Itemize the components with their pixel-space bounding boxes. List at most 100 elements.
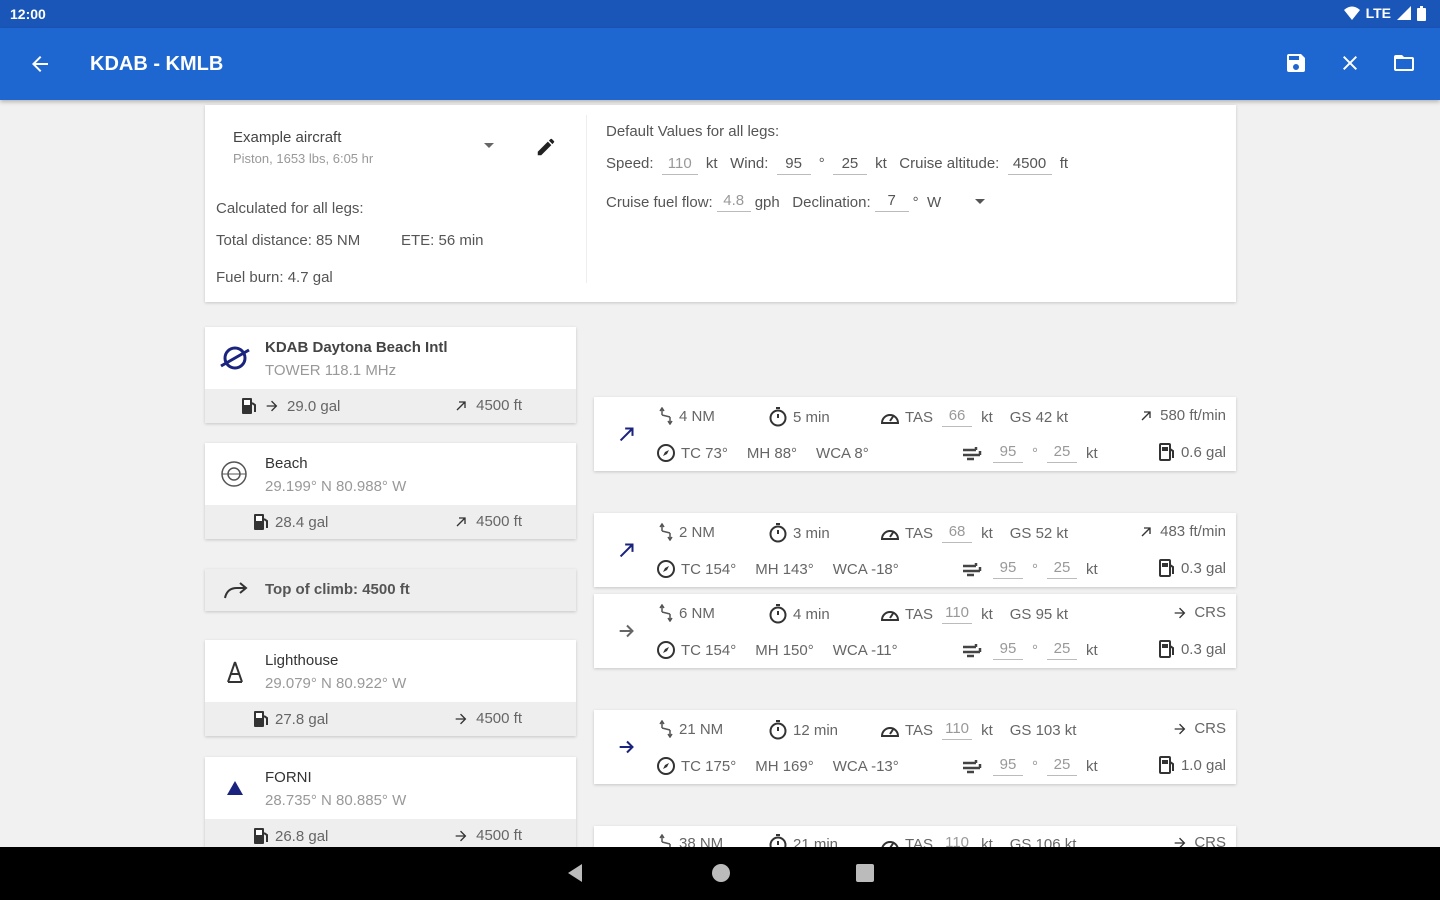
wifi-icon	[1343, 6, 1360, 20]
wind-speed-input[interactable]: 25	[832, 155, 867, 175]
tas-input[interactable]: 110	[942, 720, 973, 740]
waypoint-fuel: 27.8 gal	[275, 710, 329, 728]
top-of-climb-row[interactable]: Top of climb: 4500 ft	[205, 569, 576, 611]
leg-wind-correction: WCA -13°	[832, 757, 899, 775]
total-ete: ETE: 56 min	[401, 232, 484, 249]
nav-recents-icon[interactable]	[856, 864, 874, 882]
aircraft-name[interactable]: Example aircraft	[233, 129, 341, 146]
leg-direction-icon	[619, 427, 634, 442]
leg-direction-icon	[619, 624, 634, 638]
waypoint-fuel: 26.8 gal	[275, 827, 329, 845]
waypoint-name: Beach	[265, 455, 308, 472]
dropdown-arrow-icon[interactable]	[483, 142, 495, 150]
waypoint-card[interactable]: Beach 29.199° N 80.988° W 28.4 gal 4500 …	[205, 443, 576, 539]
wind-icon	[963, 563, 982, 577]
fuel-flow-input[interactable]: 4.8	[716, 192, 751, 212]
leg-wind-unit: kt	[1086, 560, 1098, 578]
leg-wind-speed-input[interactable]: 25	[1047, 640, 1077, 660]
leg-wind-deg: °	[1032, 560, 1038, 578]
leg-time: 4 min	[793, 605, 830, 623]
altitude-input[interactable]: 4500	[1007, 155, 1052, 175]
battery-icon	[1417, 5, 1426, 21]
waypoint-sub: TOWER 118.1 MHz	[265, 362, 397, 379]
leg-wind-dir-input[interactable]: 95	[993, 640, 1023, 660]
waypoint-name: Lighthouse	[265, 652, 339, 669]
leg-magnetic-heading: MH 143°	[755, 560, 814, 578]
leg-card[interactable]: 2 NM 3 min TAS 68 kt GS 52 kt 483 ft/min…	[594, 513, 1236, 587]
waypoint-altitude: 4500 ft	[476, 513, 522, 530]
fuel-flow-label: Cruise fuel flow:	[606, 193, 713, 211]
tas-input[interactable]: 66	[942, 407, 973, 427]
climb-rate-icon	[1141, 526, 1151, 536]
waypoint-name: FORNI	[265, 769, 312, 786]
tas-label: TAS	[905, 524, 934, 542]
defaults-row-1: Speed: 110 kt Wind: 95 ° 25 kt Cruise al…	[606, 155, 1068, 175]
waypoint-sub: 29.199° N 80.988° W	[265, 478, 407, 495]
waypoint-card[interactable]: Lighthouse 29.079° N 80.922° W 27.8 gal …	[205, 640, 576, 736]
waypoint-footer: 28.4 gal 4500 ft	[205, 505, 576, 539]
leg-card[interactable]: 4 NM 5 min TAS 66 kt GS 42 kt 580 ft/min…	[594, 397, 1236, 471]
waypoint-card[interactable]: KDAB Daytona Beach Intl TOWER 118.1 MHz …	[205, 327, 576, 423]
leg-wind-correction: WCA 8°	[816, 444, 869, 462]
leg-wind-dir-input[interactable]: 95	[993, 443, 1023, 463]
close-icon[interactable]	[1338, 51, 1362, 75]
fuel-pump-icon	[1158, 640, 1174, 658]
fuel-flow-unit: gph	[754, 193, 780, 211]
tas-label: TAS	[905, 721, 934, 739]
wind-icon	[963, 644, 982, 658]
save-icon[interactable]	[1284, 51, 1308, 75]
leg-wind-speed-input[interactable]: 25	[1047, 559, 1077, 579]
speedometer-icon	[880, 611, 900, 621]
leg-true-course: TC 154°	[681, 641, 737, 659]
declination-dropdown-icon[interactable]	[975, 199, 986, 205]
speed-input[interactable]: 110	[661, 155, 698, 175]
fuel-pump-icon	[254, 828, 268, 844]
waypoint-altitude: 4500 ft	[476, 710, 522, 727]
leg-wind-dir-input[interactable]: 95	[993, 756, 1023, 776]
declination-deg: °	[912, 193, 919, 211]
declination-input[interactable]: 7	[874, 192, 909, 212]
leg-fuel: 1.0 gal	[1180, 756, 1226, 774]
nav-home-icon[interactable]	[711, 863, 731, 883]
tas-input[interactable]: 68	[942, 523, 973, 543]
leg-climb-rate: 580 ft/min	[1160, 407, 1226, 424]
altitude-unit: ft	[1059, 155, 1069, 172]
leg-wind-dir-input[interactable]: 95	[993, 559, 1023, 579]
top-of-climb-icon	[224, 582, 248, 599]
back-arrow-icon[interactable]	[28, 52, 52, 76]
waypoint-footer: 27.8 gal 4500 ft	[205, 702, 576, 736]
leg-fuel: 0.3 gal	[1180, 559, 1226, 577]
edit-pencil-icon[interactable]	[535, 136, 557, 158]
intersection-icon	[227, 781, 243, 795]
folder-icon[interactable]	[1392, 51, 1416, 75]
leg-wind-speed-input[interactable]: 25	[1047, 443, 1077, 463]
waypoint-fuel: 28.4 gal	[275, 513, 329, 531]
leg-fuel: 0.6 gal	[1180, 443, 1226, 461]
lighthouse-icon	[227, 661, 243, 683]
timer-icon	[769, 604, 787, 624]
leg-wind-unit: kt	[1086, 444, 1098, 462]
timer-icon	[769, 407, 787, 427]
calc-heading: Calculated for all legs:	[216, 200, 364, 217]
leg-wind-speed-input[interactable]: 25	[1047, 756, 1077, 776]
speed-label: Speed:	[606, 155, 654, 172]
leg-card[interactable]: 6 NM 4 min TAS 110 kt GS 95 kt CRS TC 15…	[594, 594, 1236, 668]
declination-label: Declination:	[792, 193, 871, 211]
nav-back-icon[interactable]	[566, 863, 584, 883]
leg-time: 5 min	[793, 408, 830, 426]
fuel-pump-icon	[254, 711, 268, 727]
leg-wind-unit: kt	[1086, 641, 1098, 659]
tas-input[interactable]: 110	[942, 604, 973, 624]
arrow-right-icon	[455, 830, 467, 841]
wind-icon	[963, 447, 982, 461]
leg-card[interactable]: 21 NM 12 min TAS 110 kt GS 103 kt CRS TC…	[594, 710, 1236, 784]
leg-time: 3 min	[793, 524, 830, 542]
fuel-pump-icon	[1158, 443, 1174, 461]
leg-direction-icon	[619, 543, 634, 558]
vfr-waypoint-icon	[221, 461, 247, 487]
waypoint-card[interactable]: FORNI 28.735° N 80.885° W 26.8 gal 4500 …	[205, 757, 576, 853]
declination-dir[interactable]: W	[927, 194, 941, 211]
leg-wind-deg: °	[1032, 641, 1038, 659]
leg-climb-rate: CRS	[1194, 720, 1226, 737]
wind-dir-input[interactable]: 95	[776, 155, 811, 175]
